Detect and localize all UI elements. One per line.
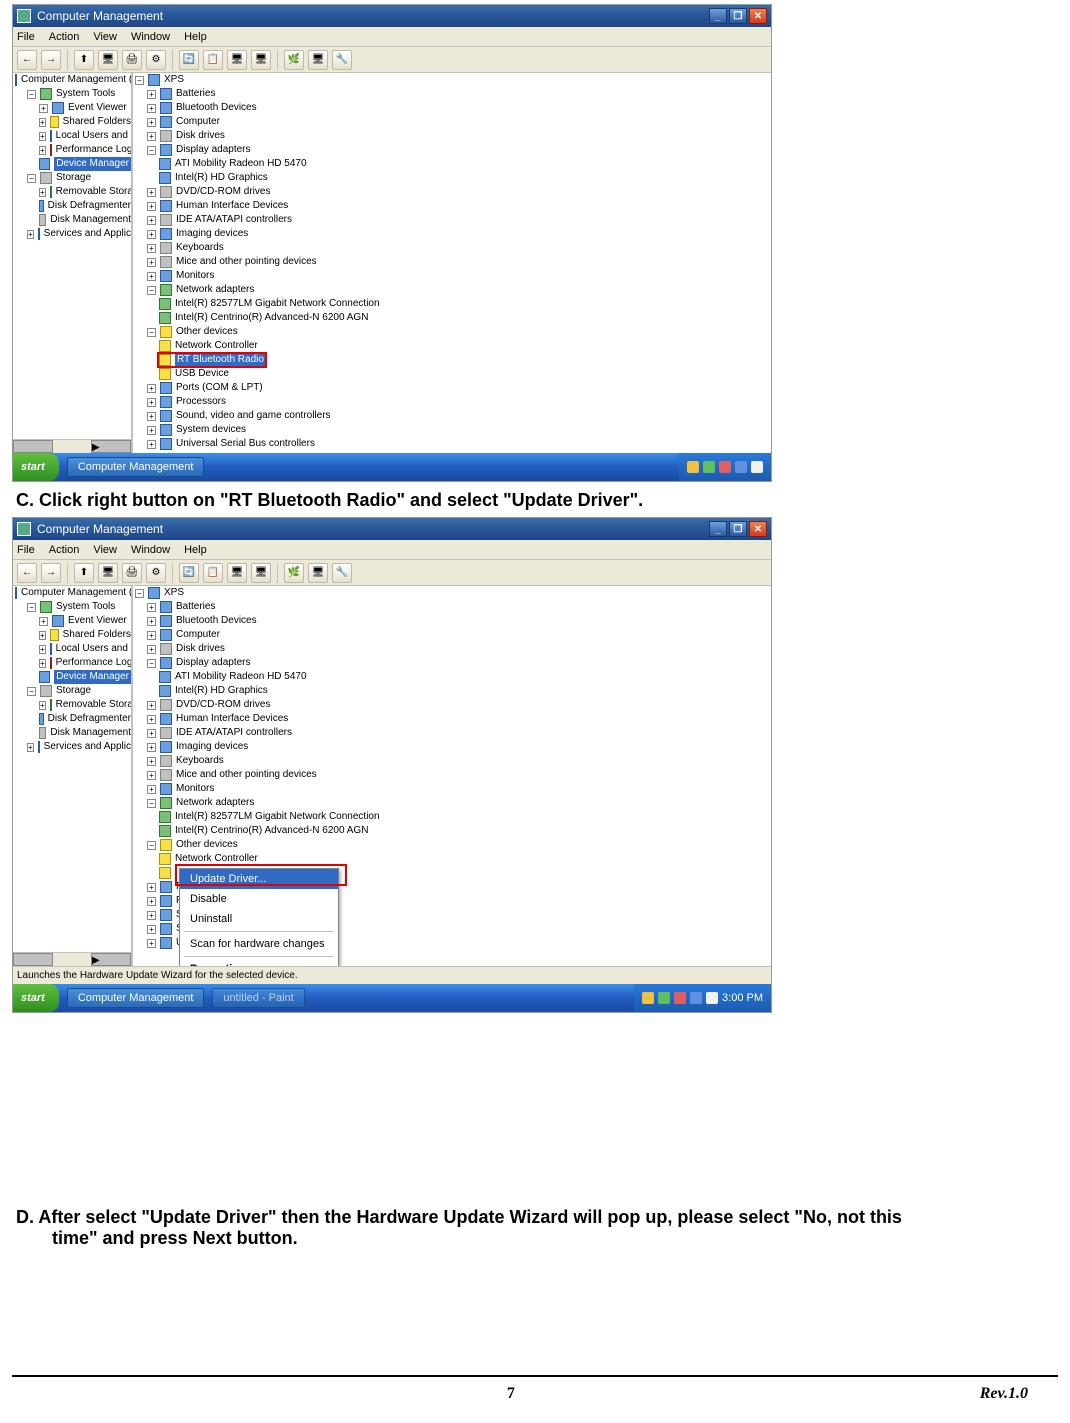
ctx-update-driver[interactable]: Update Driver...	[180, 869, 338, 889]
tb-icon[interactable]: 🖥	[308, 50, 328, 70]
minimize-button[interactable]: _	[709, 521, 727, 537]
window-title: Computer Management	[37, 522, 709, 536]
tb-icon[interactable]: 🔄	[179, 50, 199, 70]
tb-icon[interactable]: 🖨	[122, 563, 142, 583]
revision: Rev.1.0	[980, 1385, 1028, 1403]
menu-bar: File Action View Window Help	[13, 540, 771, 560]
window-title: Computer Management	[37, 9, 709, 23]
menu-help[interactable]: Help	[184, 31, 207, 43]
start-button[interactable]: start	[13, 453, 59, 481]
minimize-button[interactable]: _	[709, 8, 727, 24]
tray-icon[interactable]	[674, 992, 686, 1004]
tb-icon[interactable]: 🔄	[179, 563, 199, 583]
sidebar-device-manager: Device Manager	[54, 670, 131, 684]
tray-clock: 3:00 PM	[722, 992, 763, 1004]
toolbar: ← → ⬆ 🖥 🖨 ⚙ 🔄 📋 🖥 🖥 🌿 🖥 🔧	[13, 560, 771, 586]
screenshot-1: Computer Management _ ❐ ✕ File Action Vi…	[12, 4, 772, 482]
tb-icon[interactable]: 🌿	[284, 50, 304, 70]
up-button[interactable]: ⬆	[74, 50, 94, 70]
tb-icon[interactable]: 🖥	[98, 50, 118, 70]
sidebar-tree[interactable]: Computer Management (Local) −System Tool…	[13, 586, 133, 966]
tray-icon[interactable]	[690, 992, 702, 1004]
sidebar-device-manager: Device Manager	[54, 157, 131, 171]
tray-icon[interactable]	[751, 461, 763, 473]
tray-icon[interactable]	[687, 461, 699, 473]
menu-action[interactable]: Action	[49, 31, 80, 43]
window-controls: _ ❐ ✕	[709, 8, 767, 24]
tray-icon[interactable]	[719, 461, 731, 473]
taskbar: start Computer Management	[13, 453, 771, 481]
menu-file[interactable]: File	[17, 31, 35, 43]
device-tree[interactable]: −XPS +Batteries +Bluetooth Devices +Comp…	[133, 586, 771, 966]
menu-file[interactable]: File	[17, 544, 35, 556]
app-icon	[17, 522, 31, 536]
tb-icon[interactable]: 🖥	[98, 563, 118, 583]
step-d-text: D. After select "Update Driver" then the…	[16, 1207, 1062, 1249]
taskbar-item[interactable]: Computer Management	[67, 457, 205, 477]
ctx-scan[interactable]: Scan for hardware changes	[180, 934, 338, 954]
maximize-button[interactable]: ❐	[729, 8, 747, 24]
tb-icon[interactable]: 🔧	[332, 563, 352, 583]
tray-icon[interactable]	[735, 461, 747, 473]
close-button[interactable]: ✕	[749, 521, 767, 537]
back-button[interactable]: ←	[17, 563, 37, 583]
menu-window[interactable]: Window	[131, 544, 170, 556]
tb-icon[interactable]: 🖨	[122, 50, 142, 70]
toolbar: ← → ⬆ 🖥 🖨 ⚙ 🔄 📋 🖥 🖥 🌿 🖥 🔧	[13, 47, 771, 73]
system-tray	[679, 453, 771, 481]
menu-action[interactable]: Action	[49, 544, 80, 556]
sidebar-tree[interactable]: Computer Management (Local) −System Tool…	[13, 73, 133, 453]
menu-bar: File Action View Window Help	[13, 27, 771, 47]
maximize-button[interactable]: ❐	[729, 521, 747, 537]
tb-icon[interactable]: 🔧	[332, 50, 352, 70]
tb-icon[interactable]: 🖥	[251, 563, 271, 583]
context-menu: Update Driver... Disable Uninstall Scan …	[179, 868, 339, 966]
tray-icon[interactable]	[658, 992, 670, 1004]
screenshot-2: Computer Management _ ❐ ✕ File Action Vi…	[12, 517, 772, 1013]
tray-icon[interactable]	[706, 992, 718, 1004]
tb-icon[interactable]: 🖥	[251, 50, 271, 70]
step-c-text: C. Click right button on "RT Bluetooth R…	[16, 490, 1062, 511]
taskbar-item[interactable]: untitled - Paint	[212, 988, 304, 1008]
menu-view[interactable]: View	[93, 31, 117, 43]
ctx-properties[interactable]: Properties	[180, 959, 338, 966]
menu-window[interactable]: Window	[131, 31, 170, 43]
menu-help[interactable]: Help	[184, 544, 207, 556]
taskbar: start Computer Management untitled - Pai…	[13, 984, 771, 1012]
ctx-uninstall[interactable]: Uninstall	[180, 909, 338, 929]
device-tree[interactable]: −XPS +Batteries +Bluetooth Devices +Comp…	[133, 73, 771, 453]
fwd-button[interactable]: →	[41, 50, 61, 70]
tb-icon[interactable]: ⬆	[74, 563, 94, 583]
rt-bluetooth-radio-item: RT Bluetooth Radio	[175, 353, 266, 367]
tb-icon[interactable]: 🌿	[284, 563, 304, 583]
window-titlebar: Computer Management _ ❐ ✕	[13, 5, 771, 27]
taskbar-item[interactable]: Computer Management	[67, 988, 205, 1008]
tray-icon[interactable]	[703, 461, 715, 473]
tb-icon[interactable]: 📋	[203, 50, 223, 70]
tb-icon[interactable]: ⚙	[146, 50, 166, 70]
back-button[interactable]: ←	[17, 50, 37, 70]
tb-icon[interactable]: 🖥	[227, 50, 247, 70]
system-tray: 3:00 PM	[634, 984, 771, 1012]
ctx-disable[interactable]: Disable	[180, 889, 338, 909]
tray-icon[interactable]	[642, 992, 654, 1004]
window-controls: _ ❐ ✕	[709, 521, 767, 537]
tb-icon[interactable]: 🖥	[308, 563, 328, 583]
page-number: 7	[507, 1385, 515, 1403]
tb-icon[interactable]: 📋	[203, 563, 223, 583]
status-bar: Launches the Hardware Update Wizard for …	[13, 966, 771, 984]
tb-icon[interactable]: ⚙	[146, 563, 166, 583]
close-button[interactable]: ✕	[749, 8, 767, 24]
start-button[interactable]: start	[13, 984, 59, 1012]
app-icon	[17, 9, 31, 23]
fwd-button[interactable]: →	[41, 563, 61, 583]
window-titlebar: Computer Management _ ❐ ✕	[13, 518, 771, 540]
tb-icon[interactable]: 🖥	[227, 563, 247, 583]
menu-view[interactable]: View	[93, 544, 117, 556]
page-footer: 7 Rev.1.0	[12, 1375, 1058, 1423]
